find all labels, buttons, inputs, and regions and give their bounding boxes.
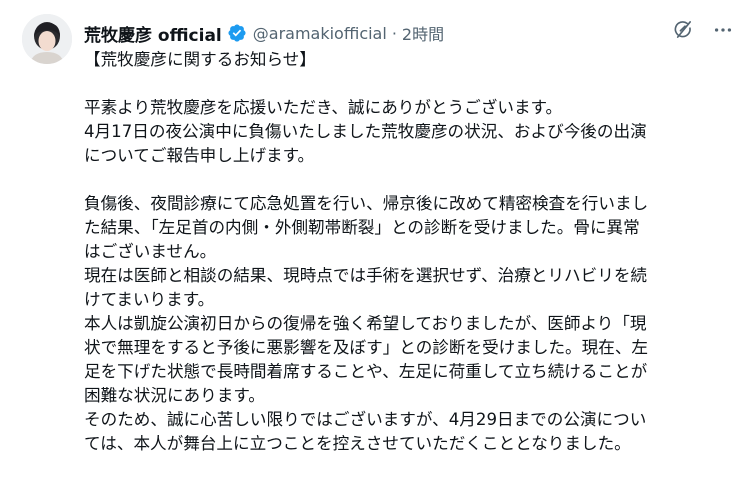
post-text-line: 現在は医師と相談の結果、現時点では手術を選択せず、治療とリハビリを続 — [84, 266, 648, 285]
grok-icon[interactable] — [672, 19, 694, 41]
post-text-line: 4月17日の夜公演中に負傷いたしました荒牧慶彦の状況、および今後の出演 — [84, 122, 647, 141]
post-text-line: けてまいります。 — [84, 290, 215, 309]
post: 荒牧慶彦 official @aramakiofficial · 2時間 【荒牧… — [0, 0, 752, 500]
avatar[interactable] — [22, 14, 72, 64]
post-text-line: 本人は凱旋公演初日からの復帰を強く希望しておりましたが、医師より「現 — [84, 314, 647, 333]
post-text-line: についてご報告申し上げます。 — [84, 146, 315, 165]
separator-dot: · — [391, 23, 397, 43]
post-text-line: 状で無理をすると予後に悪影響を及ぼす」との診断を受けました。現在、左 — [84, 338, 649, 357]
display-name[interactable]: 荒牧慶彦 official — [84, 21, 222, 46]
post-text-line: た結果、「左足首の内側・外側靭帯断裂」との診断を受けました。骨に異常 — [84, 218, 640, 237]
post-text-blank-line — [84, 72, 732, 96]
post-text-line: はございません。 — [84, 242, 217, 261]
handle[interactable]: @aramakiofficial — [253, 24, 387, 43]
post-text-line: 足を下げた状態で長時間着席することや、左足に荷重して立ち続けることが — [84, 362, 648, 381]
post-text-line: そのため、誠に心苦しい限りではございますが、4月29日までの公演につい — [84, 410, 647, 429]
post-text-line: 困難な状況にあります。 — [84, 386, 265, 405]
more-icon[interactable] — [712, 19, 734, 41]
avatar-image — [22, 14, 72, 64]
post-text: 【荒牧慶彦に関するお知らせ】 平素より荒牧慶彦を応援いただき、誠にありがとうござ… — [84, 48, 732, 456]
timestamp[interactable]: 2時間 — [402, 21, 444, 45]
verified-badge-icon — [227, 23, 247, 43]
post-text-line: 【荒牧慶彦に関するお知らせ】 — [84, 50, 316, 69]
post-text-line: 負傷後、夜間診療にて応急処置を行い、帰京後に改めて精密検査を行いまし — [84, 194, 649, 213]
post-text-line: ては、本人が舞台上に立つことを控えさせていただくこととなりました。 — [84, 434, 631, 453]
post-text-blank-line — [84, 168, 732, 192]
post-text-line: 平素より荒牧慶彦を応援いただき、誠にありがとうございます。 — [84, 98, 563, 117]
post-header: 荒牧慶彦 official @aramakiofficial · 2時間 — [84, 20, 732, 46]
post-actions — [672, 19, 734, 41]
